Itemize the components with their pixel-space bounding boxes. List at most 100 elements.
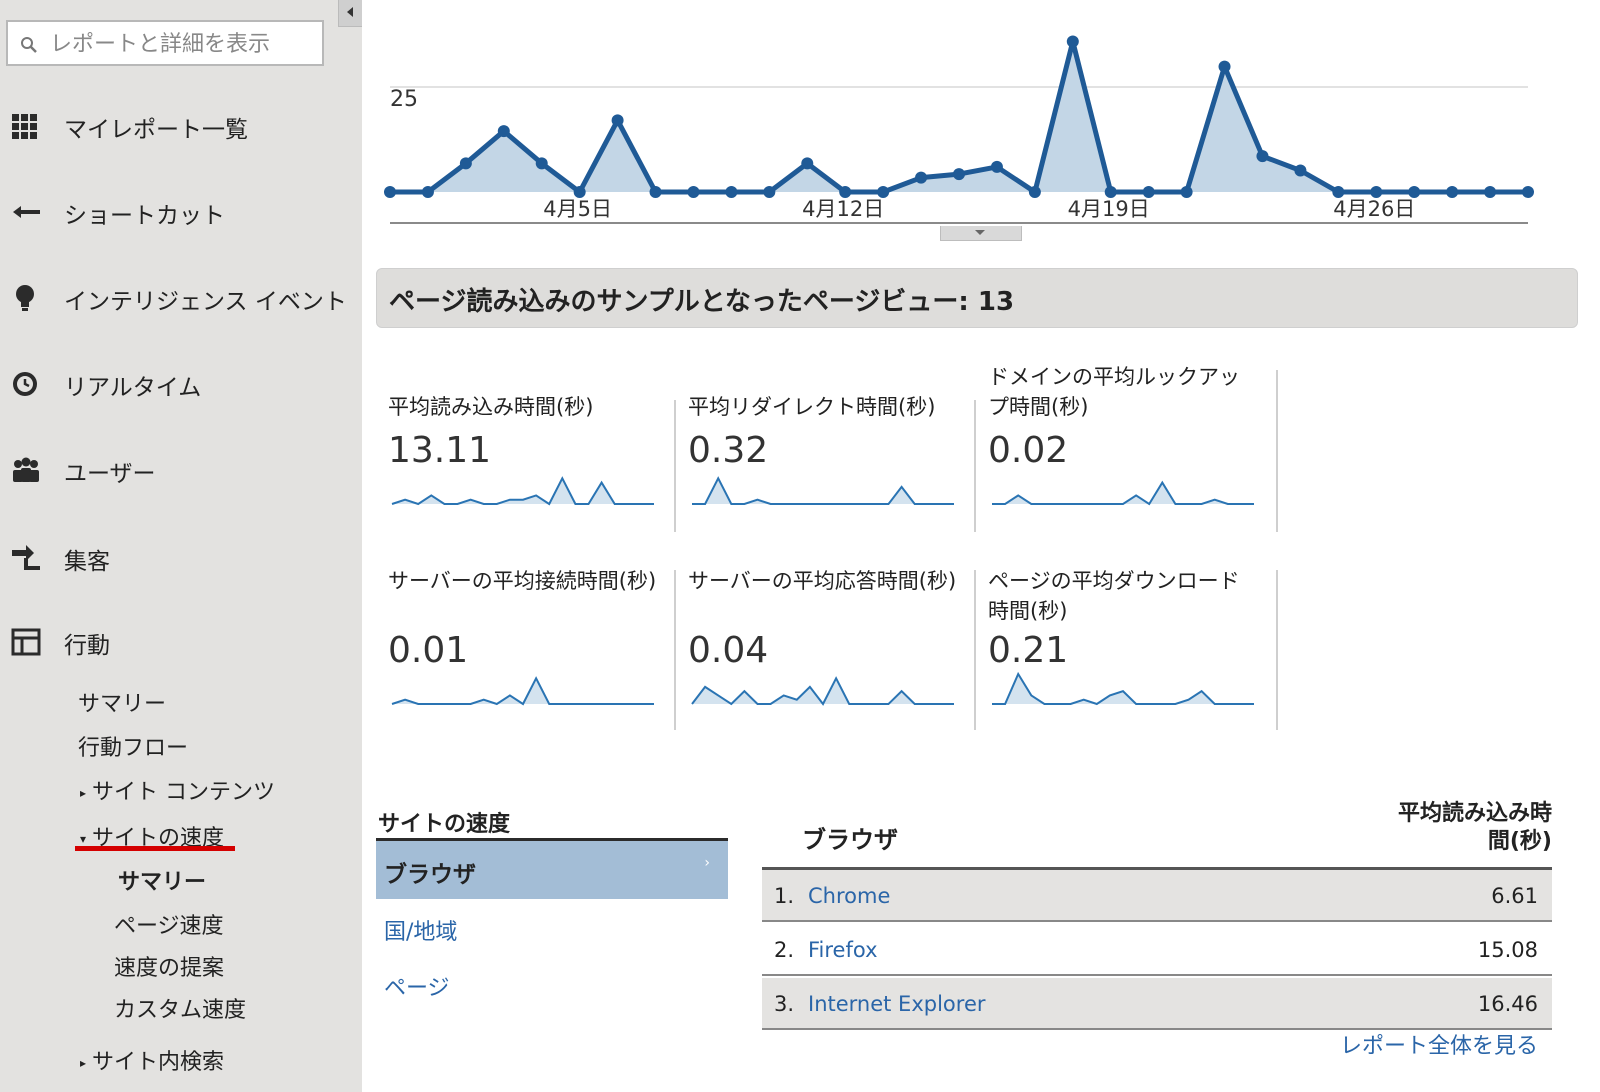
metric-sparkline	[992, 671, 1254, 706]
sparkline-area	[692, 478, 954, 504]
row-number: 3.	[774, 992, 795, 1016]
data-point[interactable]	[763, 186, 776, 198]
nav-users[interactable]: ユーザー	[0, 440, 360, 500]
custom-speed-link[interactable]: カスタム速度	[114, 992, 246, 1024]
data-point[interactable]	[1028, 186, 1041, 198]
site-search-label: サイト内検索	[92, 1050, 225, 1075]
data-point[interactable]	[649, 186, 662, 198]
sparkline-area	[692, 678, 954, 704]
data-point[interactable]	[725, 186, 738, 198]
column-header-browser: ブラウザ	[802, 826, 898, 854]
column-header-line: 平均読み込み時	[1397, 801, 1552, 826]
speed-suggestions-link[interactable]: 速度の提案	[114, 950, 224, 982]
sparkline-line	[391, 676, 654, 706]
browser-link[interactable]: Firefox	[808, 938, 878, 962]
collapse-sidebar-button[interactable]	[338, 0, 363, 27]
metric-avg-server-response-time[interactable]: サーバーの平均応答時間(秒) 0.04	[676, 566, 976, 726]
nav-label: 行動	[64, 633, 110, 659]
data-point[interactable]	[1484, 186, 1497, 198]
metric-avg-page-download-time[interactable]: ページの平均ダウンロード時間(秒) 0.21	[976, 566, 1276, 726]
nav-acquisition[interactable]: 集客	[0, 528, 360, 588]
site-search-link[interactable]: ▸ サイト内検索	[80, 1044, 224, 1076]
data-point[interactable]	[1256, 150, 1269, 163]
metric-label: ページの平均ダウンロード時間(秒)	[988, 569, 1240, 623]
behavior-flow-link[interactable]: 行動フロー	[78, 730, 188, 762]
data-point[interactable]	[421, 186, 434, 198]
nav-realtime[interactable]: リアルタイム	[0, 354, 360, 414]
x-tick-label: 4月12日	[802, 197, 884, 221]
nav-label: ショートカット	[64, 203, 225, 229]
behavior-summary-link[interactable]: サマリー	[78, 686, 166, 718]
metric-value: 0.32	[688, 430, 769, 471]
data-point[interactable]	[801, 157, 814, 170]
data-point[interactable]	[459, 157, 472, 170]
nav-my-reports[interactable]: マイレポート一覧	[0, 96, 360, 156]
data-point[interactable]	[497, 125, 510, 138]
data-point[interactable]	[1294, 164, 1307, 177]
data-point[interactable]	[990, 160, 1003, 173]
site-content-link[interactable]: ▸ サイト コンテンツ	[80, 774, 275, 806]
data-point[interactable]	[1522, 186, 1534, 198]
data-point[interactable]	[384, 186, 396, 198]
metric-avg-load-time[interactable]: 平均読み込み時間(秒) 13.11	[376, 370, 676, 530]
browser-link[interactable]: Internet Explorer	[808, 992, 986, 1016]
metric-avg-server-connection-time[interactable]: サーバーの平均接続時間(秒) 0.01	[376, 566, 676, 726]
browser-link[interactable]: Chrome	[808, 884, 890, 908]
nav-shortcuts[interactable]: ショートカット	[0, 182, 360, 242]
data-point[interactable]	[611, 114, 624, 127]
metric-label: サーバーの平均応答時間(秒)	[688, 569, 957, 593]
samples-banner: ページ読み込みのサンプルとなったページビュー: 13	[376, 268, 1578, 328]
metric-sparkline	[391, 676, 654, 706]
data-point[interactable]	[687, 186, 700, 198]
metric-avg-domain-lookup-time[interactable]: ドメインの平均ルックアップ時間(秒) 0.02	[976, 362, 1276, 522]
y-tick-label: 25	[390, 87, 418, 112]
row-value: 6.61	[1491, 884, 1538, 908]
row-value: 16.46	[1477, 992, 1538, 1016]
metric-value: 0.21	[988, 630, 1069, 671]
dimension-label: ブラウザ	[384, 862, 476, 888]
shortcut-arrow-icon	[13, 206, 40, 218]
data-point[interactable]	[915, 171, 928, 184]
metric-divider	[1276, 370, 1278, 532]
main-content: 25 4月5日 4月12日 4月19日 4月26日 ページ読み込みのサンプルとなったペ…	[362, 0, 1600, 1092]
sidebar: マイレポート一覧 ショートカット インテリジェンス イベント リアルタイム ユー…	[0, 0, 362, 1092]
data-point[interactable]	[1446, 186, 1459, 198]
search-icon	[21, 37, 37, 53]
behavior-icon	[11, 628, 41, 656]
metric-value: 0.04	[688, 630, 769, 671]
nav-label: ユーザー	[64, 461, 156, 487]
column-header-avg-load-time[interactable]: 平均読み込み時 間(秒)	[1342, 800, 1552, 856]
dimension-title: サイトの速度	[378, 812, 511, 837]
data-point[interactable]	[1180, 186, 1193, 198]
metric-label: 平均リダイレクト時間(秒)	[688, 395, 936, 419]
report-search-box[interactable]	[6, 20, 324, 66]
metric-sparkline	[992, 480, 1254, 506]
nav-label: マイレポート一覧	[64, 117, 248, 143]
metric-avg-redirect-time[interactable]: 平均リダイレクト時間(秒) 0.32	[676, 370, 976, 530]
x-tick-label: 4月5日	[543, 197, 612, 221]
chevron-right-icon: ›	[704, 855, 710, 871]
sparkline-line	[692, 476, 954, 505]
data-point[interactable]	[1218, 60, 1231, 73]
search-input[interactable]	[48, 28, 312, 60]
view-full-report-link[interactable]: レポート全体を見る	[1340, 1028, 1538, 1060]
data-point[interactable]	[1066, 35, 1079, 48]
page-speed-link[interactable]: ページ速度	[114, 908, 224, 940]
metric-divider	[1276, 570, 1278, 730]
chart-resize-handle[interactable]	[940, 226, 1022, 241]
x-tick-label: 4月26日	[1333, 197, 1415, 221]
dimension-country-link[interactable]: 国/地域	[384, 914, 457, 946]
dimension-page-link[interactable]: ページ	[384, 970, 450, 1002]
nav-behavior[interactable]: 行動	[0, 612, 360, 672]
sparkline-line	[691, 676, 954, 706]
speed-summary-link[interactable]: サマリー	[118, 864, 206, 896]
dimension-browser-selected[interactable]: ブラウザ ›	[376, 841, 728, 899]
data-point[interactable]	[953, 168, 965, 181]
sparkline-area	[992, 482, 1254, 504]
metric-value: 0.01	[388, 630, 469, 671]
table-row: 2. Firefox 15.08	[762, 924, 1552, 976]
expand-triangle-icon: ▸	[80, 786, 87, 800]
grid-icon	[12, 114, 37, 139]
nav-intelligence-events[interactable]: インテリジェンス イベント	[0, 268, 360, 328]
data-point[interactable]	[535, 157, 548, 170]
